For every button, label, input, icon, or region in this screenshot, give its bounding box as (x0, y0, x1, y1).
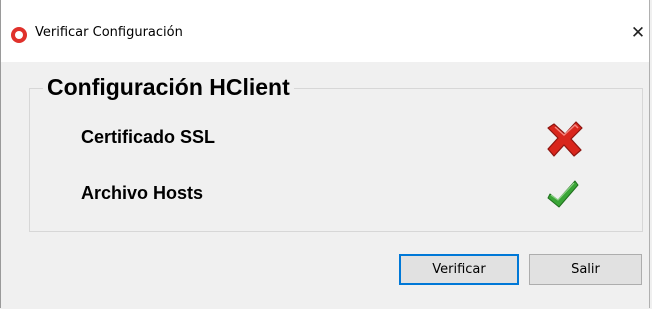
verify-config-window: Verificar Configuración ✕ Configuración … (0, 0, 650, 308)
title-bar[interactable]: Verificar Configuración ✕ (1, 0, 649, 62)
verify-button[interactable]: Verificar (399, 254, 519, 285)
green-check-icon (546, 176, 580, 214)
app-icon (11, 27, 27, 43)
red-x-icon (545, 118, 585, 162)
ssl-certificate-label: Certificado SSL (81, 127, 216, 147)
close-button[interactable]: ✕ (627, 18, 649, 48)
exit-button[interactable]: Salir (529, 254, 642, 285)
group-title: Configuración HClient (43, 74, 294, 101)
window-title: Verificar Configuración (35, 25, 183, 40)
hosts-file-label: Archivo Hosts (81, 183, 204, 203)
